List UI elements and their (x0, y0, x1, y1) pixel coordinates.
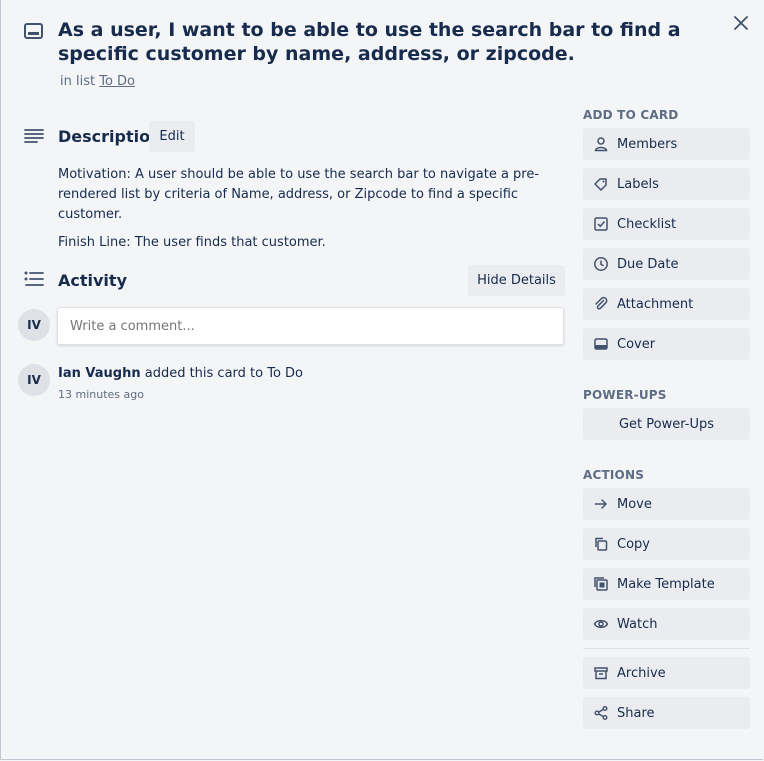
move-label: Move (617, 496, 652, 512)
checkbox-icon (593, 216, 609, 232)
labels-button[interactable]: Labels (583, 168, 750, 200)
due-date-label: Due Date (617, 256, 679, 272)
tag-icon (593, 176, 609, 192)
current-user-avatar[interactable]: IV (18, 309, 50, 341)
attachment-button[interactable]: Attachment (583, 288, 750, 320)
archive-button[interactable]: Archive (583, 657, 750, 689)
share-icon (593, 705, 609, 721)
cover-label: Cover (617, 336, 656, 352)
in-list-label: in list To Do (60, 74, 135, 89)
description-heading: Description (58, 127, 162, 146)
hide-details-button[interactable]: Hide Details (468, 265, 565, 296)
card-title[interactable]: As a user, I want to be able to use the … (58, 18, 698, 66)
activity-action: added this card to To Do (140, 366, 304, 381)
members-label: Members (617, 136, 678, 152)
eye-icon (593, 616, 609, 632)
list-link[interactable]: To Do (99, 74, 135, 89)
move-button[interactable]: Move (583, 488, 750, 520)
description-icon (24, 128, 44, 146)
activity-heading: Activity (58, 271, 127, 290)
share-button[interactable]: Share (583, 697, 750, 729)
labels-label: Labels (617, 176, 659, 192)
archive-label: Archive (617, 665, 666, 681)
archive-icon (593, 665, 609, 681)
actions-heading: ACTIONS (583, 468, 645, 482)
actions-divider (583, 648, 750, 649)
members-button[interactable]: Members (583, 128, 750, 160)
power-ups-heading: POWER-UPS (583, 388, 667, 402)
due-date-button[interactable]: Due Date (583, 248, 750, 280)
share-label: Share (617, 705, 655, 721)
paperclip-icon (593, 296, 609, 312)
description-text[interactable]: Motivation: A user should be able to use… (58, 165, 568, 261)
copy-icon (593, 536, 609, 552)
cover-icon (593, 336, 609, 352)
card-detail-window: As a user, I want to be able to use the … (0, 0, 763, 760)
activity-entry: Ian Vaughn added this card to To Do (58, 366, 303, 381)
close-icon[interactable] (732, 14, 750, 32)
template-icon (593, 576, 609, 592)
cover-button[interactable]: Cover (583, 328, 750, 360)
add-to-card-heading: ADD TO CARD (583, 108, 679, 122)
copy-label: Copy (617, 536, 650, 552)
attachment-label: Attachment (617, 296, 694, 312)
person-icon (593, 136, 609, 152)
checklist-button[interactable]: Checklist (583, 208, 750, 240)
activity-user[interactable]: Ian Vaughn (58, 366, 141, 381)
get-power-ups-button[interactable]: Get Power-Ups (583, 408, 750, 440)
card-icon (24, 23, 43, 39)
avatar[interactable]: IV (18, 364, 50, 396)
make-template-button[interactable]: Make Template (583, 568, 750, 600)
checklist-label: Checklist (617, 216, 677, 232)
watch-button[interactable]: Watch (583, 608, 750, 640)
in-list-prefix: in list (60, 74, 96, 89)
arrow-right-icon (593, 496, 609, 512)
comment-input[interactable] (57, 307, 564, 345)
copy-button[interactable]: Copy (583, 528, 750, 560)
activity-icon (24, 271, 44, 289)
edit-description-button[interactable]: Edit (149, 121, 195, 152)
clock-icon (593, 256, 609, 272)
description-motivation: Motivation: A user should be able to use… (58, 167, 540, 222)
make-template-label: Make Template (617, 576, 715, 592)
watch-label: Watch (617, 616, 658, 632)
description-finish-line: Finish Line: The user finds that custome… (58, 235, 326, 250)
activity-timestamp[interactable]: 13 minutes ago (58, 388, 144, 401)
